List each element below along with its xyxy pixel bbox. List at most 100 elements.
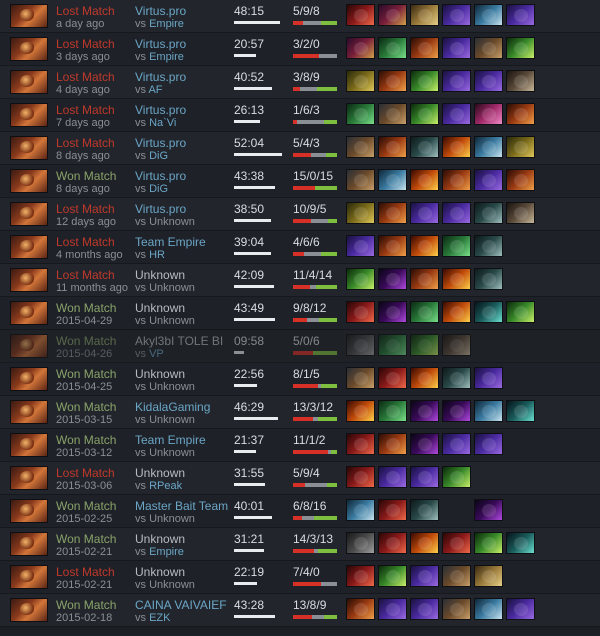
item-icon[interactable] <box>442 565 471 587</box>
item-icon[interactable] <box>410 268 439 290</box>
team-name[interactable]: Master Bait Team <box>135 499 228 513</box>
item-icon[interactable] <box>346 532 375 554</box>
item-icon[interactable] <box>346 202 375 224</box>
item-icon[interactable] <box>474 136 503 158</box>
match-row[interactable]: Won Match 2015-03-15 KidalaGaming vs Unknow… <box>0 396 600 429</box>
item-icon[interactable] <box>506 70 535 92</box>
item-icon[interactable] <box>410 4 439 26</box>
item-icon[interactable] <box>346 169 375 191</box>
item-icon[interactable] <box>410 400 439 422</box>
item-icon[interactable] <box>378 433 407 455</box>
item-icon[interactable] <box>378 499 407 521</box>
item-icon[interactable] <box>346 4 375 26</box>
team-name[interactable]: Virtus.pro <box>135 70 186 84</box>
match-row[interactable]: Won Match 2015-03-12 Team Empire vs Unknown… <box>0 429 600 462</box>
item-icon[interactable] <box>346 301 375 323</box>
item-icon[interactable] <box>346 367 375 389</box>
item-icon[interactable] <box>346 235 375 257</box>
item-icon[interactable] <box>442 466 471 488</box>
item-icon[interactable] <box>346 268 375 290</box>
item-icon[interactable] <box>506 103 535 125</box>
item-icon[interactable] <box>410 37 439 59</box>
item-icon[interactable] <box>442 532 471 554</box>
match-row[interactable]: Won Match 2015-04-25 Unknown vs Unknown 22:5… <box>0 363 600 396</box>
item-icon[interactable] <box>506 301 535 323</box>
item-icon[interactable] <box>506 202 535 224</box>
match-row[interactable]: Lost Match 8 days ago Virtus.pro vs DiG 52:0… <box>0 132 600 165</box>
match-row[interactable]: Won Match 8 days ago Virtus.pro vs DiG 43:38… <box>0 165 600 198</box>
item-icon[interactable] <box>410 334 439 356</box>
item-icon[interactable] <box>474 103 503 125</box>
item-icon[interactable] <box>410 70 439 92</box>
item-icon[interactable] <box>346 70 375 92</box>
item-icon[interactable] <box>442 4 471 26</box>
item-icon[interactable] <box>346 136 375 158</box>
item-icon[interactable] <box>410 598 439 620</box>
item-icon[interactable] <box>378 169 407 191</box>
team-name[interactable]: Team Empire <box>135 235 206 249</box>
item-icon[interactable] <box>378 103 407 125</box>
item-icon[interactable] <box>346 334 375 356</box>
team-name[interactable]: Team Empire <box>135 433 206 447</box>
team-name[interactable]: Virtus.pro <box>135 103 186 117</box>
team-name[interactable]: KidalaGaming <box>135 400 210 414</box>
item-icon[interactable] <box>474 565 503 587</box>
item-icon[interactable] <box>346 565 375 587</box>
item-icon[interactable] <box>378 136 407 158</box>
item-icon[interactable] <box>378 37 407 59</box>
match-row[interactable]: Won Match 2015-02-25 Master Bait Team vs Un… <box>0 495 600 528</box>
item-icon[interactable] <box>474 169 503 191</box>
item-icon[interactable] <box>442 202 471 224</box>
item-icon[interactable] <box>442 169 471 191</box>
item-icon[interactable] <box>378 598 407 620</box>
item-icon[interactable] <box>474 70 503 92</box>
item-icon[interactable] <box>410 136 439 158</box>
item-icon[interactable] <box>378 202 407 224</box>
match-row[interactable]: Lost Match 12 days ago Virtus.pro vs Unknow… <box>0 198 600 231</box>
item-icon[interactable] <box>378 466 407 488</box>
item-icon[interactable] <box>474 532 503 554</box>
team-name[interactable]: Virtus.pro <box>135 169 186 183</box>
opponent-name[interactable]: DiG <box>149 150 168 162</box>
item-icon[interactable] <box>442 301 471 323</box>
opponent-name[interactable]: HR <box>149 249 165 261</box>
item-icon[interactable] <box>442 400 471 422</box>
item-icon[interactable] <box>378 70 407 92</box>
item-icon[interactable] <box>442 37 471 59</box>
item-icon[interactable] <box>346 37 375 59</box>
item-icon[interactable] <box>346 598 375 620</box>
opponent-name[interactable]: Na`Vi <box>149 117 176 129</box>
item-icon[interactable] <box>378 367 407 389</box>
item-icon[interactable] <box>442 268 471 290</box>
opponent-name[interactable]: AF <box>148 84 162 96</box>
match-row[interactable]: Lost Match 4 days ago Virtus.pro vs AF 40:52… <box>0 66 600 99</box>
item-icon[interactable] <box>506 400 535 422</box>
match-row[interactable]: Lost Match 3 days ago Virtus.pro vs Empire 2… <box>0 33 600 66</box>
team-name[interactable]: Virtus.pro <box>135 136 186 150</box>
match-row[interactable]: Won Match 2015-04-26 Akyl3bI TOLE BI vs VP 0… <box>0 330 600 363</box>
item-icon[interactable] <box>410 433 439 455</box>
match-row[interactable]: Won Match 2015-04-29 Unknown vs Unknown 43:4… <box>0 297 600 330</box>
item-icon[interactable] <box>442 433 471 455</box>
item-icon[interactable] <box>442 136 471 158</box>
item-icon[interactable] <box>474 268 503 290</box>
item-icon[interactable] <box>346 433 375 455</box>
item-icon[interactable] <box>378 334 407 356</box>
item-icon[interactable] <box>410 367 439 389</box>
opponent-name[interactable]: DiG <box>149 183 168 195</box>
match-row[interactable]: Lost Match 7 days ago Virtus.pro vs Na`Vi 26… <box>0 99 600 132</box>
match-row[interactable]: Lost Match a day ago Virtus.pro vs Empire 48… <box>0 0 600 33</box>
item-icon[interactable] <box>378 565 407 587</box>
item-icon[interactable] <box>474 400 503 422</box>
item-icon[interactable] <box>346 499 375 521</box>
item-icon[interactable] <box>378 532 407 554</box>
item-icon[interactable] <box>474 433 503 455</box>
opponent-name[interactable]: Empire <box>149 18 184 30</box>
item-icon[interactable] <box>474 301 503 323</box>
item-icon[interactable] <box>410 235 439 257</box>
item-icon[interactable] <box>378 400 407 422</box>
item-icon[interactable] <box>506 4 535 26</box>
item-icon[interactable] <box>474 235 503 257</box>
item-icon[interactable] <box>410 169 439 191</box>
item-icon[interactable] <box>410 466 439 488</box>
